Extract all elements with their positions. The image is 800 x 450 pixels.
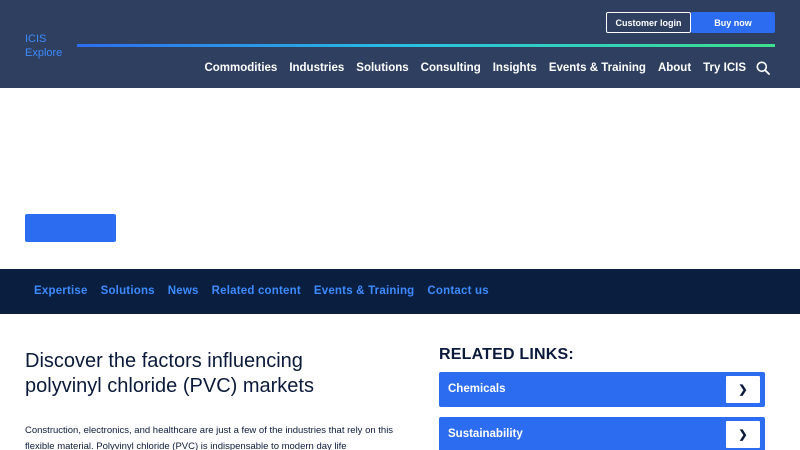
- nav-consulting[interactable]: Consulting: [421, 62, 481, 74]
- icis-logo[interactable]: ICIS Explore: [25, 32, 62, 60]
- header-divider: [77, 44, 775, 47]
- subnav-news[interactable]: News: [168, 285, 199, 297]
- related-links-heading: RELATED LINKS:: [439, 346, 574, 363]
- nav-solutions[interactable]: Solutions: [356, 62, 408, 74]
- nav-industries[interactable]: Industries: [289, 62, 344, 74]
- chevron-right-icon[interactable]: ❯: [726, 376, 760, 403]
- logo-line-2[interactable]: Explore: [25, 46, 62, 60]
- nav-try-icis[interactable]: Try ICIS: [703, 62, 746, 74]
- page-title: Discover the factors influencing polyvin…: [25, 350, 314, 397]
- nav-insights[interactable]: Insights: [493, 62, 537, 74]
- customer-login-button[interactable]: Customer login: [606, 12, 691, 33]
- nav-events-training[interactable]: Events & Training: [549, 62, 646, 74]
- nav-about[interactable]: About: [658, 62, 691, 74]
- section-nav: Expertise Solutions News Related content…: [0, 269, 800, 314]
- subnav-solutions[interactable]: Solutions: [101, 285, 155, 297]
- related-link-chemicals[interactable]: Chemicals ❯: [439, 372, 765, 407]
- intro-paragraph: Construction, electronics, and healthcar…: [25, 425, 394, 450]
- site-header: ICIS Explore Customer login Buy now Comm…: [0, 0, 800, 88]
- related-link-label: Chemicals: [448, 383, 506, 395]
- chevron-right-icon[interactable]: ❯: [726, 421, 760, 448]
- subnav-events-training[interactable]: Events & Training: [314, 285, 415, 297]
- buy-now-button[interactable]: Buy now: [691, 12, 775, 33]
- related-link-label: Sustainability: [448, 428, 523, 440]
- hero-cta-button[interactable]: [25, 214, 116, 242]
- subnav-contact-us[interactable]: Contact us: [427, 285, 488, 297]
- subnav-expertise[interactable]: Expertise: [34, 285, 88, 297]
- logo-line-1[interactable]: ICIS: [25, 32, 62, 46]
- main-nav: Commodities Industries Solutions Consult…: [204, 60, 770, 76]
- nav-commodities[interactable]: Commodities: [204, 62, 277, 74]
- search-icon[interactable]: [756, 61, 770, 75]
- related-link-sustainability[interactable]: Sustainability ❯: [439, 417, 765, 450]
- subnav-related-content[interactable]: Related content: [212, 285, 301, 297]
